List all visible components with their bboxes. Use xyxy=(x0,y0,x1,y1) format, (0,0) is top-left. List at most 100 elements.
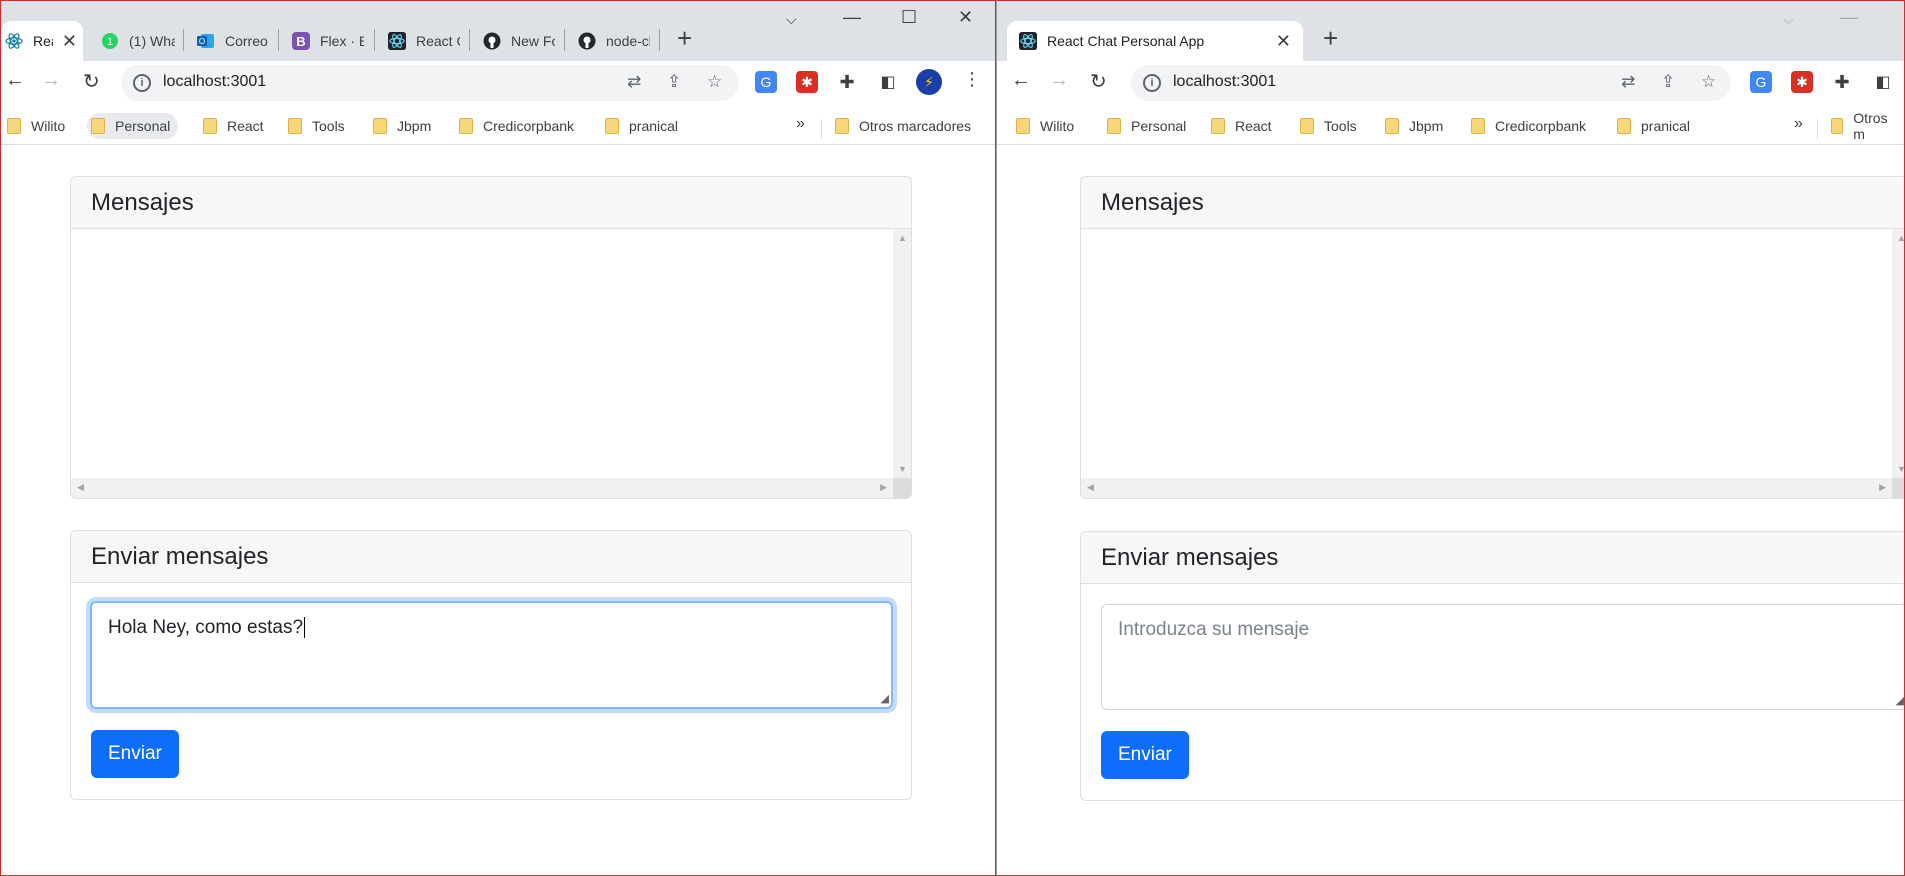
minimize-button[interactable]: — xyxy=(1840,7,1858,28)
translate-icon[interactable]: ⇄ xyxy=(1621,72,1635,92)
whatsapp-icon: 1 xyxy=(101,32,119,50)
close-tab-icon[interactable]: ✕ xyxy=(1276,31,1291,51)
bookmark-wilito[interactable]: Wilito xyxy=(1012,113,1082,139)
bookmark-credicorpbank[interactable]: Credicorpbank xyxy=(1467,113,1594,139)
resize-grip-icon[interactable]: ◢ xyxy=(881,692,889,705)
bookmark-wilito[interactable]: Wilito xyxy=(3,113,73,139)
bookmark-other[interactable]: Otros marcadores xyxy=(831,113,979,139)
tab-title: Correo xyxy=(225,33,268,49)
outlook-icon: O xyxy=(197,32,215,50)
bookmarks-overflow-icon[interactable]: » xyxy=(1794,115,1803,133)
horizontal-scrollbar[interactable]: ◀ ▶ xyxy=(1081,478,1892,498)
tab-title: node-chat xyxy=(606,33,650,49)
new-tab-button[interactable]: + xyxy=(677,23,692,53)
forward-arrow-icon[interactable]: → xyxy=(41,69,61,92)
resize-grip-icon[interactable]: ◢ xyxy=(1896,694,1904,707)
translate-icon[interactable]: ⇄ xyxy=(627,72,641,92)
bookmark-credicorpbank[interactable]: Credicorpbank xyxy=(455,113,582,139)
github-icon xyxy=(578,32,596,50)
bookmarks-bar: Wilito Personal React Tools Jbpm Credico… xyxy=(1,105,995,145)
bookmark-star-icon[interactable]: ☆ xyxy=(707,72,722,92)
folder-icon xyxy=(288,118,302,134)
horizontal-scrollbar[interactable]: ◀ ▶ xyxy=(71,478,893,498)
message-input[interactable]: Introduzca su mensaje ◢ xyxy=(1101,604,1904,710)
messages-card: Mensajes ▲ ▼ ◀ ▶ xyxy=(70,176,912,499)
message-input-value: Hola Ney, como estas? xyxy=(108,617,304,638)
folder-icon xyxy=(1107,118,1121,134)
messages-card-title: Mensajes xyxy=(71,177,911,229)
maximize-button[interactable]: ☐ xyxy=(901,7,917,28)
back-arrow-icon[interactable]: ← xyxy=(1011,69,1031,92)
extension-bug-icon[interactable]: ✱ xyxy=(796,71,818,93)
close-tab-icon[interactable]: ✕ xyxy=(62,31,77,51)
new-tab-button[interactable]: + xyxy=(1323,23,1338,53)
bookmark-personal[interactable]: Personal xyxy=(1103,113,1194,139)
address-bar[interactable]: i localhost:3001 ⇄ ⇪ ☆ xyxy=(121,65,739,101)
tab-search-icon[interactable]: ⌵ xyxy=(1783,11,1794,28)
messages-area[interactable]: ▲ ▼ ◀ ▶ xyxy=(71,229,911,498)
tab-whatsapp[interactable]: 1 (1) WhatsApp xyxy=(89,21,179,61)
bookmark-react[interactable]: React xyxy=(1207,113,1280,139)
tab-github-node[interactable]: node-chat xyxy=(566,21,658,61)
messages-area[interactable]: ▲ ▼ ◀ ▶ xyxy=(1081,229,1904,498)
bookmark-pranical[interactable]: pranical xyxy=(1613,113,1698,139)
reload-icon[interactable]: ↻ xyxy=(1090,69,1107,94)
bookmark-tools[interactable]: Tools xyxy=(1296,113,1365,139)
bookmark-personal[interactable]: Personal xyxy=(87,113,179,139)
tab-title: React Chat Personal App xyxy=(33,33,53,49)
send-button[interactable]: Enviar xyxy=(91,730,179,778)
tab-react-chat-active[interactable]: React Chat Personal App ✕ xyxy=(1007,21,1303,61)
tab-react-chat-2[interactable]: React Chat xyxy=(376,21,466,61)
folder-icon xyxy=(91,118,105,134)
react-icon xyxy=(1019,32,1037,50)
message-input[interactable]: Hola Ney, como estas? ◢ xyxy=(90,601,893,709)
send-card-title: Enviar mensajes xyxy=(71,531,911,583)
back-arrow-icon[interactable]: ← xyxy=(5,69,25,92)
extensions-puzzle-icon[interactable]: ✚ xyxy=(836,71,858,93)
bookmark-star-icon[interactable]: ☆ xyxy=(1701,72,1716,92)
tab-search-icon[interactable]: ⌵ xyxy=(786,11,797,28)
tab-github-new-folder[interactable]: New Folder xyxy=(471,21,561,61)
message-input-placeholder: Introduzca su mensaje xyxy=(1118,619,1310,640)
send-card: Enviar mensajes Hola Ney, como estas? ◢ … xyxy=(70,530,912,800)
github-icon xyxy=(483,32,501,50)
folder-icon xyxy=(1016,118,1030,134)
bookmark-other[interactable]: Otros m xyxy=(1827,110,1904,142)
profile-avatar[interactable]: ⚡ xyxy=(916,69,942,95)
site-info-icon[interactable]: i xyxy=(133,74,151,92)
share-icon[interactable]: ⇪ xyxy=(667,72,681,92)
tab-title: React Chat xyxy=(416,33,460,49)
site-info-icon[interactable]: i xyxy=(1143,74,1161,92)
vertical-scrollbar[interactable]: ▲ ▼ xyxy=(893,229,911,478)
bookmark-react[interactable]: React xyxy=(199,113,272,139)
send-button[interactable]: Enviar xyxy=(1101,731,1189,779)
google-translate-icon[interactable]: G xyxy=(1750,71,1772,93)
folder-icon xyxy=(1471,118,1485,134)
minimize-button[interactable]: — xyxy=(843,7,861,28)
forward-arrow-icon[interactable]: → xyxy=(1049,69,1069,92)
vertical-scrollbar[interactable]: ▲ ▼ xyxy=(1892,229,1904,478)
bookmark-pranical[interactable]: pranical xyxy=(601,113,686,139)
bookmark-jbpm[interactable]: Jbpm xyxy=(1381,113,1451,139)
bookmark-tools[interactable]: Tools xyxy=(284,113,353,139)
reload-icon[interactable]: ↻ xyxy=(83,69,100,94)
side-panel-icon[interactable]: ◧ xyxy=(1872,71,1894,93)
tab-title: New Folder xyxy=(511,33,555,49)
folder-icon xyxy=(1831,118,1844,134)
bookmark-jbpm[interactable]: Jbpm xyxy=(369,113,439,139)
bookmarks-overflow-icon[interactable]: » xyxy=(796,115,805,133)
folder-icon xyxy=(203,118,217,134)
close-window-button[interactable]: ✕ xyxy=(958,7,973,28)
tab-react-chat-active[interactable]: React Chat Personal App ✕ xyxy=(1,21,83,61)
tab-outlook[interactable]: O Correo xyxy=(185,21,275,61)
side-panel-icon[interactable]: ◧ xyxy=(877,71,899,93)
google-translate-icon[interactable]: G xyxy=(755,71,777,93)
menu-kebab-icon[interactable]: ⋮ xyxy=(963,69,981,90)
url-text: localhost:3001 xyxy=(163,73,267,90)
extension-bug-icon[interactable]: ✱ xyxy=(1791,71,1813,93)
share-icon[interactable]: ⇪ xyxy=(1661,72,1675,92)
browser-toolbar: ← → ↻ i localhost:3001 ⇄ ⇪ ☆ G ✱ ✚ ◧ xyxy=(997,61,1904,105)
tab-bootstrap[interactable]: B Flex · Bootstrap xyxy=(280,21,370,61)
address-bar[interactable]: i localhost:3001 ⇄ ⇪ ☆ xyxy=(1131,65,1731,101)
extensions-puzzle-icon[interactable]: ✚ xyxy=(1831,71,1853,93)
